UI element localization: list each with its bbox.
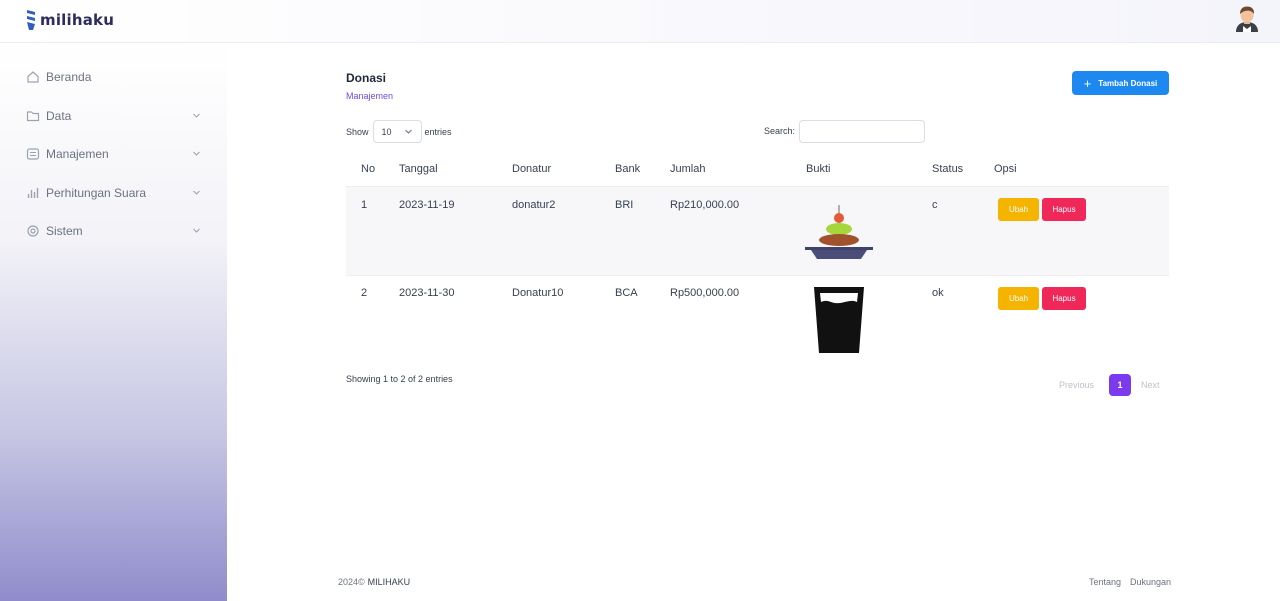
add-donation-button[interactable]: + Tambah Donasi — [1072, 71, 1169, 95]
footer-link-dukungan[interactable]: Dukungan — [1130, 577, 1171, 587]
cell-status: c — [932, 199, 938, 211]
bar-chart-icon — [27, 188, 39, 198]
page-size-value: 10 — [381, 126, 392, 137]
list-icon — [26, 148, 40, 160]
search-input[interactable] — [799, 120, 925, 143]
cell-no: 2 — [361, 287, 368, 299]
column-header-bukti[interactable]: Bukti — [806, 163, 830, 175]
footer-link-tentang[interactable]: Tentang — [1089, 577, 1121, 587]
cell-donatur: Donatur10 — [512, 287, 564, 299]
home-icon — [27, 71, 39, 83]
chevron-down-icon — [193, 113, 200, 118]
folder-icon — [26, 111, 40, 122]
plus-icon: + — [1083, 75, 1092, 91]
entries-label: entries — [424, 126, 452, 137]
sidebar-item-sistem[interactable]: Sistem — [26, 220, 203, 242]
sidebar-item-label: Beranda — [46, 70, 92, 84]
column-header-status[interactable]: Status — [932, 163, 963, 175]
cell-donatur: donatur2 — [512, 199, 556, 211]
footer-brand[interactable]: MILIHAKU — [368, 577, 411, 587]
search-label: Search: — [764, 126, 796, 136]
delete-button[interactable]: Hapus — [1042, 198, 1086, 221]
sidebar-item-label: Manajemen — [46, 147, 109, 161]
column-header-jumlah[interactable]: Jumlah — [670, 163, 705, 175]
cell-tanggal: 2023-11-19 — [399, 199, 455, 211]
user-avatar-icon[interactable] — [1233, 5, 1261, 33]
cell-no: 1 — [361, 199, 368, 211]
chevron-down-icon — [404, 129, 412, 134]
gear-icon — [27, 225, 39, 237]
cell-jumlah: Rp500,000.00 — [670, 287, 740, 299]
column-header-opsi: Opsi — [994, 163, 1017, 175]
column-header-tanggal[interactable]: Tanggal — [399, 163, 438, 175]
sidebar: Beranda Data Manajemen Perhitungan Suara… — [0, 43, 227, 601]
delete-button[interactable]: Hapus — [1042, 287, 1086, 310]
pagination-previous[interactable]: Previous — [1059, 380, 1094, 390]
page-size-control: Show 10 entries — [346, 120, 452, 143]
column-header-no[interactable]: No — [361, 163, 375, 175]
sidebar-item-data[interactable]: Data — [26, 105, 203, 127]
edit-button[interactable]: Ubah — [998, 287, 1039, 310]
column-header-bank[interactable]: Bank — [615, 163, 640, 175]
footer-copyright: 2024© MILIHAKU — [338, 577, 410, 587]
pagination-next[interactable]: Next — [1141, 380, 1160, 390]
pagination-page-current[interactable]: 1 — [1109, 374, 1131, 396]
chevron-down-icon — [193, 228, 200, 233]
entries-info: Showing 1 to 2 of 2 entries — [346, 374, 453, 384]
footer-links: Tentang Dukungan — [1089, 577, 1171, 587]
sidebar-item-perhitungan-suara[interactable]: Perhitungan Suara — [26, 182, 203, 204]
chevron-down-icon — [193, 190, 200, 195]
sidebar-item-manajemen[interactable]: Manajemen — [26, 143, 203, 165]
cell-bank: BCA — [615, 287, 638, 299]
show-label: Show — [346, 126, 369, 137]
page-title: Donasi — [346, 71, 387, 85]
cell-tanggal: 2023-11-30 — [399, 287, 455, 299]
add-donation-label: Tambah Donasi — [1098, 78, 1158, 88]
cell-bank: BRI — [615, 199, 634, 211]
sidebar-item-beranda[interactable]: Beranda — [26, 66, 203, 88]
cell-status: ok — [932, 287, 944, 299]
drink-glass-icon[interactable] — [813, 286, 865, 354]
top-navbar: milihaku — [0, 0, 1280, 43]
page-size-select[interactable]: 10 — [372, 120, 422, 143]
column-header-donatur[interactable]: Donatur — [512, 163, 551, 175]
edit-button[interactable]: Ubah — [998, 198, 1039, 221]
sidebar-item-label: Perhitungan Suara — [46, 186, 147, 200]
brand-logo-link[interactable]: milihaku — [26, 9, 114, 31]
brand-name: milihaku — [40, 11, 115, 29]
footer-year: 2024© — [338, 577, 365, 587]
cell-jumlah: Rp210,000.00 — [670, 199, 740, 211]
breadcrumb[interactable]: Manajemen — [346, 91, 393, 101]
food-plate-icon[interactable] — [805, 204, 873, 260]
sidebar-item-label: Sistem — [46, 224, 83, 238]
sidebar-item-label: Data — [46, 109, 72, 123]
milihaku-logo-icon — [27, 10, 35, 30]
chevron-down-icon — [193, 151, 200, 156]
